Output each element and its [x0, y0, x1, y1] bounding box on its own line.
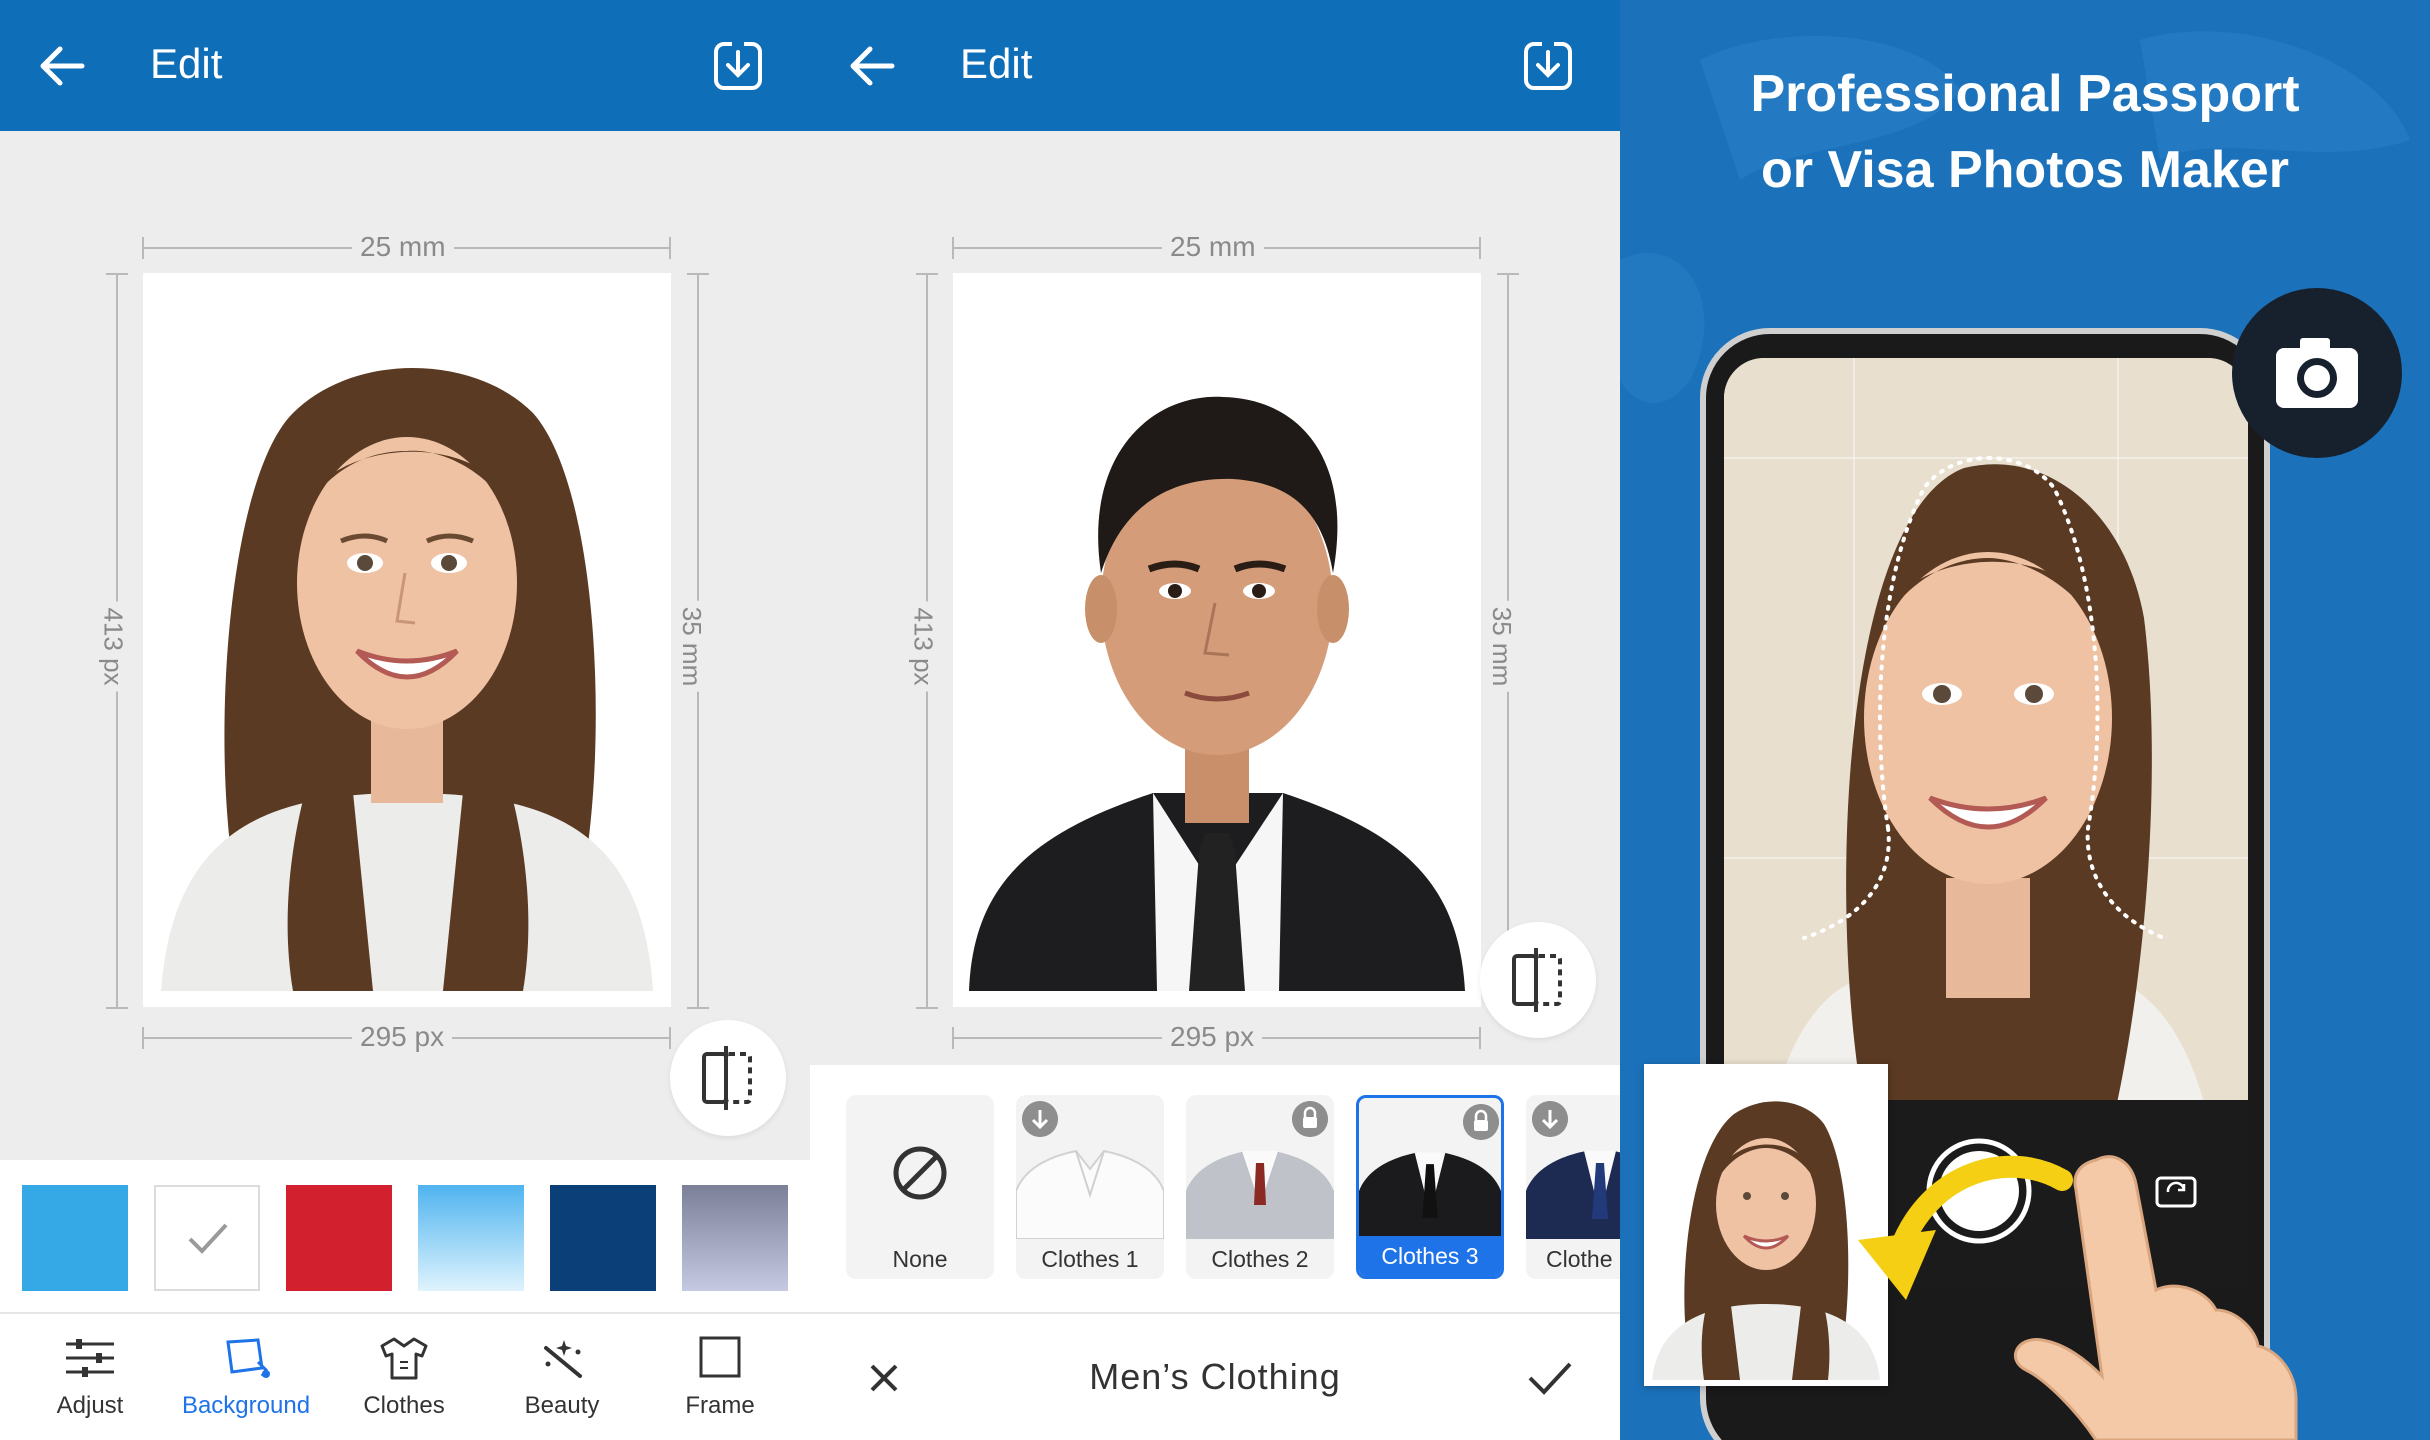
tab-clothes[interactable]: Clothes: [334, 1336, 474, 1420]
swatch-gray-gradient[interactable]: [682, 1185, 788, 1291]
passport-photo: [953, 273, 1481, 1007]
compare-icon: [1512, 948, 1562, 1012]
tab-beauty[interactable]: Beauty: [492, 1336, 632, 1420]
dimension-tick: [916, 1007, 938, 1009]
download-icon[interactable]: [1518, 36, 1578, 96]
woman-portrait-image: [159, 289, 655, 991]
lock-icon: [1292, 1101, 1328, 1137]
download-badge-icon: [1022, 1101, 1058, 1137]
headline-line-1: Professional Passport: [1750, 65, 2300, 123]
clothes-option-label: Clothes 1: [1016, 1239, 1164, 1279]
tab-frame[interactable]: Frame: [650, 1336, 790, 1420]
frame-icon: [699, 1336, 741, 1378]
dimension-tick: [687, 273, 709, 275]
dimension-tick: [1497, 273, 1519, 275]
category-title: Men’s Clothing: [1089, 1356, 1341, 1397]
dimension-tick: [142, 237, 144, 259]
dimension-tick: [687, 1007, 709, 1009]
dimension-tick: [669, 237, 671, 259]
none-icon: [893, 1146, 947, 1200]
swatch-navy[interactable]: [550, 1185, 656, 1291]
headline-line-2: or Visa Photos Maker: [1761, 141, 2289, 199]
width-mm-label: 25 mm: [352, 231, 454, 263]
page-title: Edit: [960, 40, 1033, 87]
width-px-label: 295 px: [352, 1021, 453, 1053]
app-bar: Edit: [810, 0, 1620, 131]
man-portrait-image: [969, 289, 1465, 991]
tab-adjust[interactable]: Adjust: [20, 1336, 160, 1420]
height-px-label: 413 px: [97, 601, 129, 692]
clothes-option-4[interactable]: Clothe: [1526, 1095, 1620, 1279]
clothes-option-1[interactable]: Clothes 1: [1016, 1095, 1164, 1279]
magic-wand-icon: [544, 1340, 582, 1378]
width-mm-label: 25 mm: [1162, 231, 1264, 263]
clothing-category-bar: Men’s Clothing: [810, 1312, 1620, 1440]
camera-button[interactable]: [2232, 288, 2402, 458]
background-color-bar: [0, 1160, 810, 1312]
clothes-picker: None Clothes 1 Clothes 2 Clothes 3 Cloth…: [810, 1065, 1620, 1312]
camera-icon: [2276, 338, 2358, 408]
tab-label: Beauty: [524, 1392, 600, 1419]
promo-headline: Professional Passport or Visa Photos Mak…: [1620, 56, 2430, 208]
dimension-tick: [952, 237, 954, 259]
clothes-option-label: Clothes 2: [1186, 1239, 1334, 1279]
clothes-option-none[interactable]: None: [846, 1095, 994, 1279]
dimension-tick: [916, 273, 938, 275]
clothes-option-label: Clothe: [1526, 1239, 1620, 1279]
dimension-tick: [106, 1007, 128, 1009]
tab-label: Frame: [685, 1392, 755, 1419]
bottom-toolbar: Adjust Background Clothes Beauty Frame: [0, 1312, 810, 1440]
dimension-tick: [142, 1027, 144, 1049]
passport-photo: [143, 273, 671, 1007]
height-mm-label: 35 mm: [1486, 600, 1518, 693]
compare-button[interactable]: [1480, 922, 1596, 1038]
check-icon: [188, 1223, 228, 1254]
arrow-left-icon[interactable]: [32, 36, 92, 96]
lock-icon: [1463, 1104, 1499, 1140]
swatch-red[interactable]: [286, 1185, 392, 1291]
clothes-option-2[interactable]: Clothes 2: [1186, 1095, 1334, 1279]
clothes-option-label: Clothes 3: [1359, 1236, 1501, 1276]
swatch-blue[interactable]: [22, 1185, 128, 1291]
dimension-tick: [1479, 237, 1481, 259]
app-bar: Edit: [0, 0, 810, 131]
clothes-option-3[interactable]: Clothes 3: [1356, 1095, 1504, 1279]
clothes-editor-screen: Edit 25 mm 295 px 413 px 35 mm None Clot…: [810, 0, 1620, 1440]
tab-label: Background: [181, 1392, 311, 1419]
swatch-white[interactable]: [154, 1185, 260, 1291]
check-icon[interactable]: [1522, 1352, 1576, 1402]
height-px-label: 413 px: [907, 601, 939, 692]
clothes-option-label: None: [846, 1239, 994, 1279]
dimension-tick: [952, 1027, 954, 1049]
background-editor-screen: Edit 25 mm 295 px 413 px 35 mm Adjust Ba…: [0, 0, 810, 1440]
width-px-label: 295 px: [1162, 1021, 1263, 1053]
compare-icon: [702, 1046, 752, 1110]
arrow-left-icon[interactable]: [842, 36, 902, 96]
height-mm-label: 35 mm: [676, 600, 708, 693]
compare-button[interactable]: [670, 1020, 786, 1136]
page-title: Edit: [150, 40, 223, 87]
swatch-light-blue-gradient[interactable]: [418, 1185, 524, 1291]
shirt-icon: [380, 1337, 428, 1380]
download-badge-icon: [1532, 1101, 1568, 1137]
background-icon: [226, 1338, 270, 1378]
tab-label: Adjust: [56, 1392, 124, 1419]
promo-banner: Professional Passport or Visa Photos Mak…: [1620, 0, 2430, 1440]
download-icon[interactable]: [708, 36, 768, 96]
pointing-hand-image: [2013, 1155, 2298, 1440]
sliders-icon: [66, 1339, 114, 1377]
tab-background[interactable]: Background: [176, 1336, 316, 1420]
tab-label: Clothes: [363, 1392, 445, 1419]
dimension-tick: [106, 273, 128, 275]
